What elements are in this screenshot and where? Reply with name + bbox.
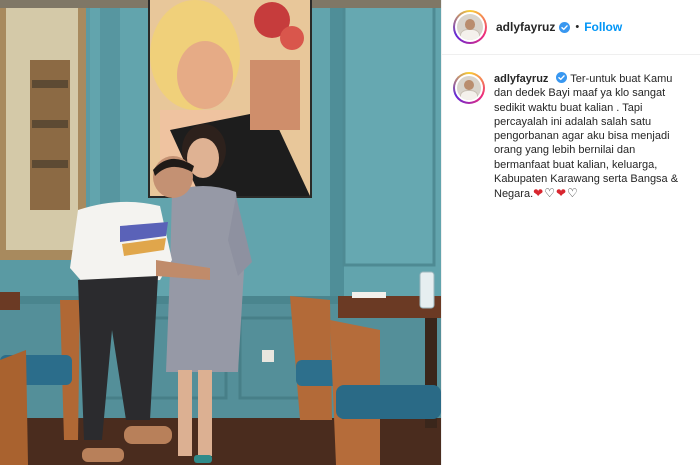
follow-button[interactable]: Follow xyxy=(584,20,622,34)
avatar-ring xyxy=(455,12,485,42)
caption-text: Ter-untuk buat Kamu dan dedek Bayi maaf … xyxy=(494,73,679,201)
separator-dot: • xyxy=(575,21,580,33)
post-photo[interactable] xyxy=(0,0,441,465)
avatar-face-shape xyxy=(464,18,476,30)
caption: adlyfayruz Ter-untuk buat Kamu dan dedek… xyxy=(442,55,700,202)
white-heart-icon: ♡ xyxy=(567,186,579,201)
caption-avatar-image xyxy=(457,76,481,100)
red-heart-icon: ❤ xyxy=(555,186,568,201)
post-photo-image xyxy=(0,0,441,465)
caption-avatar-icon[interactable] xyxy=(453,72,485,104)
post-side-panel: adlyfayruz • Follow adlyfayruz Ter-untuk… xyxy=(441,0,700,465)
caption-body: adlyfayruz Ter-untuk buat Kamu dan dedek… xyxy=(494,72,688,202)
caption-hearts: ❤♡❤♡ xyxy=(533,186,579,200)
avatar-icon[interactable] xyxy=(453,10,487,44)
header-username[interactable]: adlyfayruz xyxy=(496,20,555,34)
white-heart-icon: ♡ xyxy=(544,186,556,201)
caption-verified-badge-icon xyxy=(556,72,568,83)
verified-badge-icon xyxy=(559,21,571,33)
caption-username[interactable]: adlyfayruz xyxy=(494,73,548,85)
avatar-body-shape xyxy=(460,29,480,40)
red-heart-icon: ❤ xyxy=(533,186,545,201)
post-header: adlyfayruz • Follow xyxy=(442,0,700,55)
caption-avatar-body-shape xyxy=(459,89,479,100)
caption-avatar-ring xyxy=(455,74,483,102)
caption-avatar-face-shape xyxy=(464,80,474,91)
avatar-image xyxy=(457,14,483,40)
